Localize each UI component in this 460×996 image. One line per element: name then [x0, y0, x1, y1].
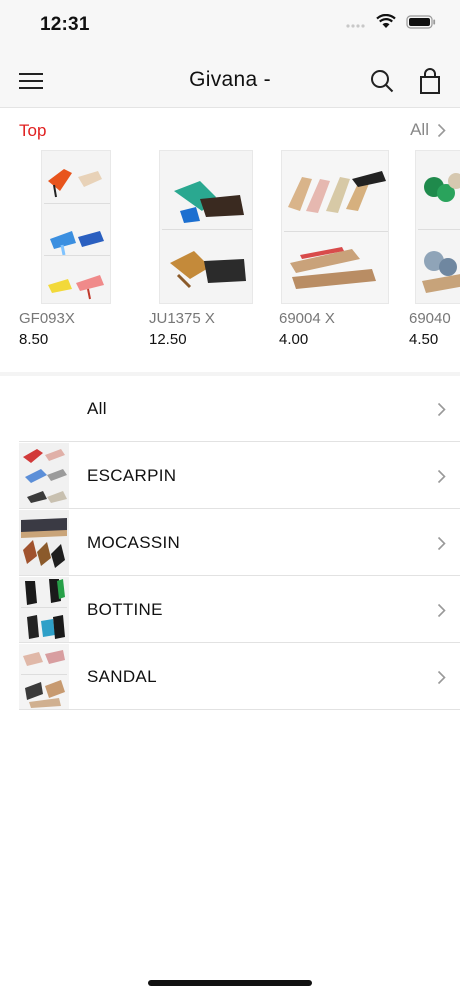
row-divider — [19, 642, 460, 643]
product-name: GF093X — [19, 310, 75, 327]
category-row-bottine[interactable]: BOTTINE — [0, 577, 460, 643]
category-thumbnail — [19, 443, 69, 509]
product-price: 12.50 — [149, 331, 187, 348]
chevron-right-icon — [437, 402, 446, 417]
product-image — [159, 150, 253, 304]
row-divider — [19, 441, 460, 442]
category-label: BOTTINE — [87, 600, 163, 619]
product-price: 4.50 — [409, 331, 439, 348]
chevron-right-icon — [437, 536, 446, 551]
status-time: 12:31 — [40, 14, 90, 35]
product-name: 69040 — [409, 310, 451, 327]
category-label: ESCARPIN — [87, 466, 177, 485]
product-image — [415, 150, 460, 304]
wifi-icon — [376, 14, 396, 28]
category-label: SANDAL — [87, 667, 157, 686]
category-row-mocassin[interactable]: MOCASSIN — [0, 510, 460, 576]
row-divider — [19, 575, 460, 576]
product-name: 69004 X — [279, 310, 335, 327]
category-thumbnail — [19, 577, 69, 643]
row-divider — [19, 709, 460, 710]
top-section-title: Top — [19, 121, 47, 140]
product-image — [281, 150, 389, 304]
chevron-right-icon — [437, 670, 446, 685]
category-thumbnail — [19, 644, 69, 710]
top-section-header: Top All — [0, 108, 460, 150]
category-label: MOCASSIN — [87, 533, 181, 552]
top-all-label: All — [410, 120, 429, 139]
row-divider — [19, 508, 460, 509]
category-thumbnail — [19, 510, 69, 576]
category-label: All — [87, 399, 107, 418]
product-price: 8.50 — [19, 331, 49, 348]
signal-icon — [346, 23, 365, 28]
home-indicator[interactable] — [148, 980, 312, 986]
nav-bar: Givana - — [0, 54, 460, 108]
search-icon[interactable] — [370, 69, 394, 93]
chevron-right-icon — [437, 603, 446, 618]
category-row-all[interactable]: All — [0, 376, 460, 442]
category-row-sandal[interactable]: SANDAL — [0, 644, 460, 710]
battery-icon — [406, 14, 436, 29]
status-bar: 12:31 — [0, 0, 460, 54]
bag-icon[interactable] — [419, 68, 441, 94]
top-products-carousel[interactable]: GF093X 8.50 JU1375 X 12.50 69004 X 4.00 … — [0, 150, 460, 360]
category-row-escarpin[interactable]: ESCARPIN — [0, 443, 460, 509]
product-name: JU1375 X — [149, 310, 215, 327]
product-price: 4.00 — [279, 331, 309, 348]
status-icons — [346, 14, 436, 29]
chevron-right-icon — [437, 469, 446, 484]
product-image — [41, 150, 111, 304]
chevron-right-icon — [437, 123, 446, 137]
top-all-link[interactable]: All — [410, 120, 446, 140]
